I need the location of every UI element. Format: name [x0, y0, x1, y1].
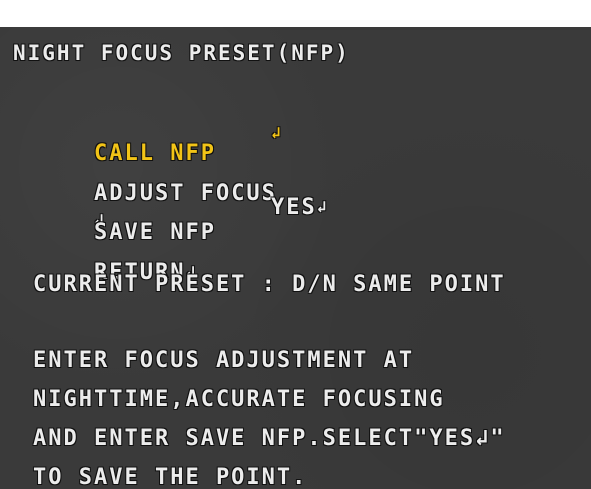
osd-screen: NIGHT FOCUS PRESET(NFP) CALL NFP ↲ ADJUS…	[0, 27, 591, 489]
save-nfp-value[interactable]: YES↲	[271, 194, 326, 221]
current-preset-status: CURRENT PRESET : D/N SAME POINT	[33, 272, 506, 297]
osd-title: NIGHT FOCUS PRESET(NFP)	[13, 41, 350, 65]
help-text-line: TO SAVE THE POINT.	[33, 465, 308, 489]
help-text-line: AND ENTER SAVE NFP.SELECT"YES↲"	[33, 426, 506, 451]
help-text-line: NIGHTTIME,ACCURATE FOCUSING	[33, 387, 445, 412]
help-text-line: ENTER FOCUS ADJUSTMENT AT	[33, 348, 415, 373]
enter-icon: ↲	[271, 123, 281, 142]
enter-icon: ↲	[316, 197, 327, 216]
